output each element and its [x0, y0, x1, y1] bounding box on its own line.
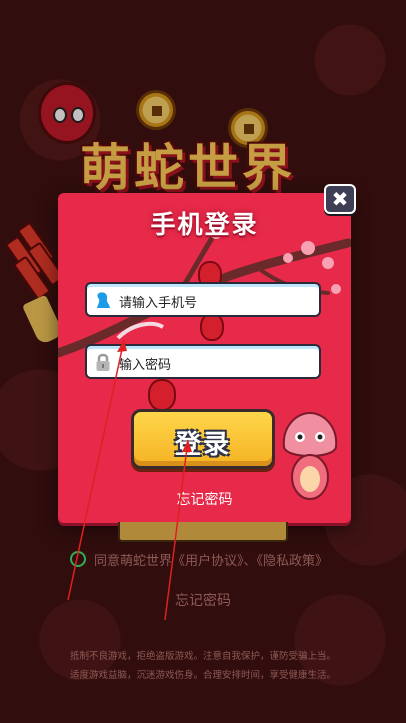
health-notice-line-1: 抵制不良游戏，拒绝盗版游戏。注意自我保护，谨防受骗上当。: [69, 651, 336, 662]
modal-forgot-password-link[interactable]: 忘记密码: [58, 489, 351, 509]
login-modal: 手机登录 请输入手机号 输入密码 登录 忘记密码: [58, 193, 351, 523]
login-button-label: 登录: [174, 430, 231, 460]
agree-radio[interactable]: [70, 551, 86, 567]
close-icon: ✖: [331, 187, 349, 211]
modal-title: 手机登录: [150, 210, 259, 239]
phone-placeholder: 请输入手机号: [119, 296, 198, 311]
lantern-icon: [200, 313, 224, 341]
lock-icon: [96, 353, 110, 371]
password-input[interactable]: 输入密码: [85, 344, 321, 379]
close-button[interactable]: ✖: [324, 184, 356, 214]
lantern-icon: [148, 379, 176, 411]
user-silhouette-icon: [97, 292, 110, 308]
password-placeholder: 输入密码: [119, 358, 172, 373]
health-notice-line-2: 适度游戏益脑，沉迷游戏伤身。合理安排时间，享受健康生活。: [69, 670, 336, 681]
phone-input[interactable]: 请输入手机号: [85, 282, 321, 317]
login-button[interactable]: 登录: [131, 409, 275, 469]
forgot-password-link[interactable]: 忘记密码: [0, 590, 406, 610]
agreement-text: 同意萌蛇世界《用户协议》、《隐私政策》: [94, 554, 329, 569]
panel-base-tab: [118, 522, 288, 542]
